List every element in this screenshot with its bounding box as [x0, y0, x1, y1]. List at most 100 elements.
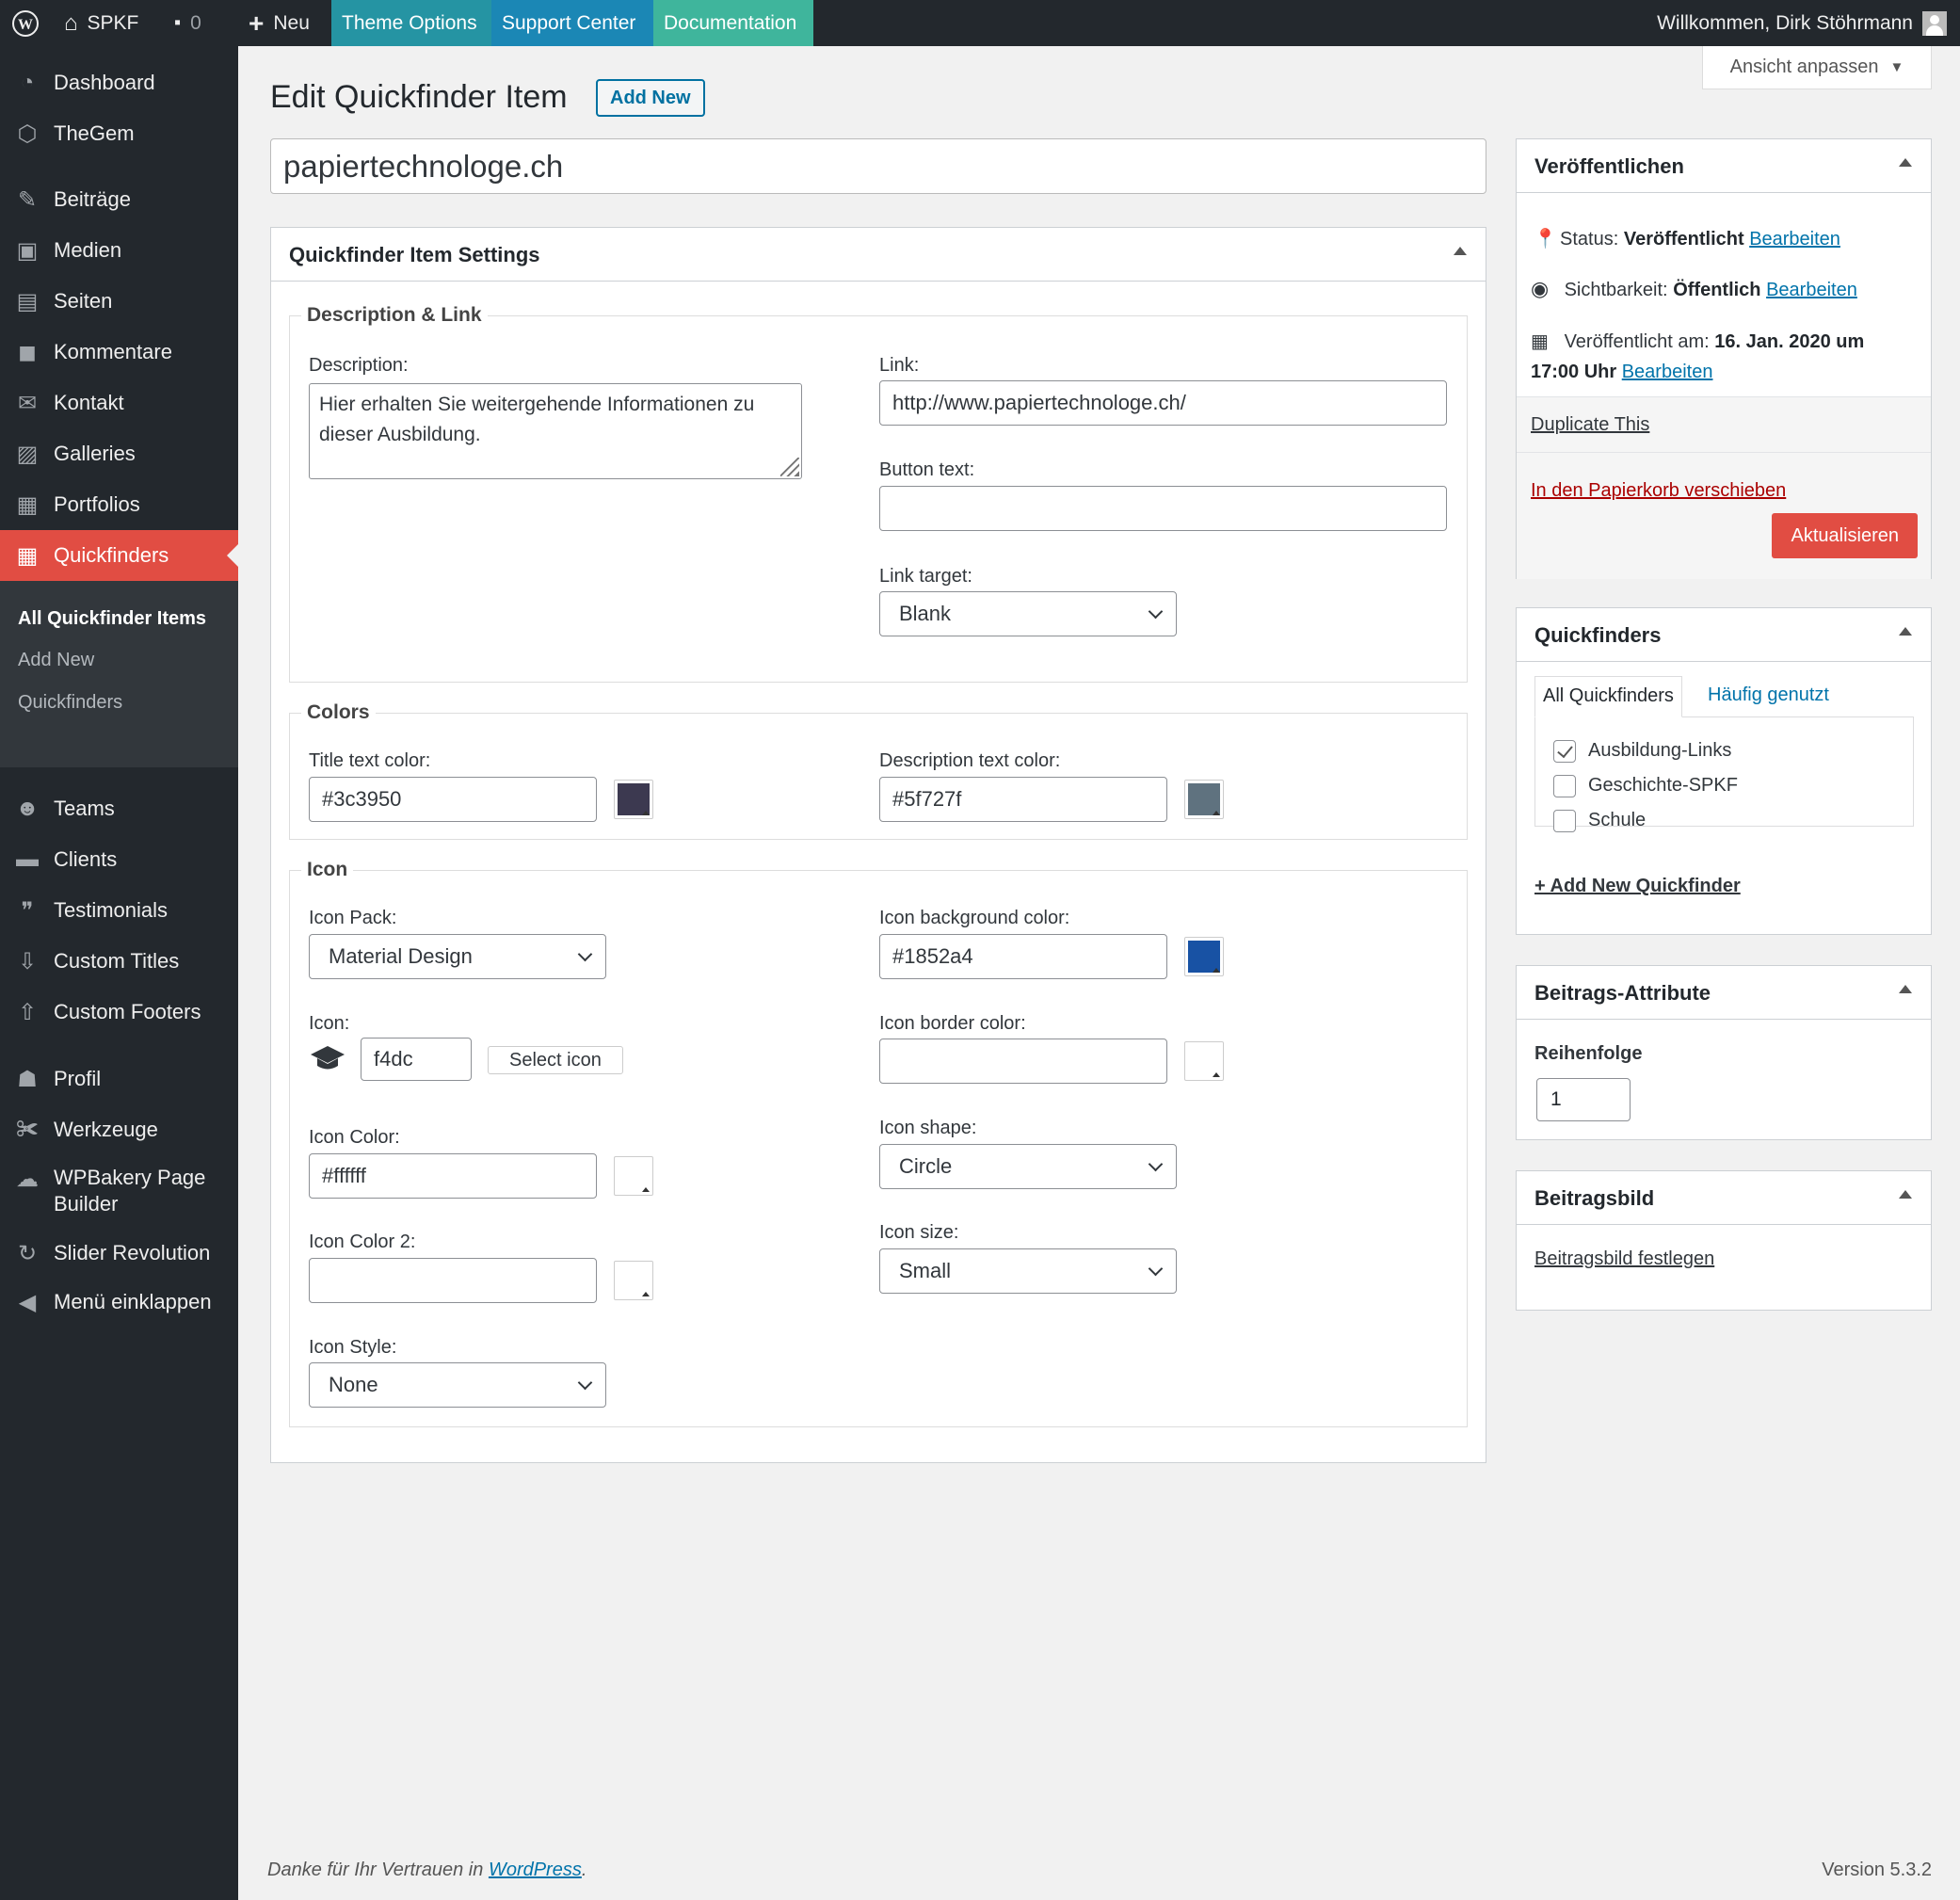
icon-bg-color-input[interactable]: #1852a4	[879, 934, 1167, 979]
avatar	[1922, 10, 1947, 36]
icon-bg-color-swatch[interactable]	[1184, 937, 1224, 976]
post-title-input[interactable]: papiertechnologe.ch	[270, 138, 1486, 194]
edit-visibility-link[interactable]: Bearbeiten	[1766, 280, 1857, 300]
sidebar-item-kontakt[interactable]: ✉ Kontakt	[0, 378, 238, 428]
select-icon-button[interactable]: Select icon	[488, 1046, 623, 1074]
submenu-all-quickfinder-items[interactable]: All Quickfinder Items	[18, 608, 206, 630]
icon-bg-color-label: Icon background color:	[879, 908, 1070, 928]
title-color-swatch[interactable]	[614, 780, 653, 819]
sidebar-item-slider-revolution[interactable]: ↻ Slider Revolution	[0, 1228, 238, 1279]
theme-options-link[interactable]: Theme Options	[331, 0, 491, 46]
icon-color-label: Icon Color:	[309, 1127, 400, 1148]
postbox-header[interactable]: Beitrags-Attribute	[1517, 966, 1931, 1020]
sidebar-item-custom-footers[interactable]: ⇧ Custom Footers	[0, 987, 238, 1038]
button-text-input[interactable]	[879, 486, 1447, 531]
wordpress-link[interactable]: WordPress	[489, 1860, 582, 1880]
quickfinder-settings-box: Quickfinder Item Settings Description & …	[270, 227, 1486, 1463]
description-color-label: Description text color:	[879, 750, 1061, 771]
sidebar-item-seiten[interactable]: ▤ Seiten	[0, 276, 238, 327]
sidebar-item-teams[interactable]: ☻ Teams	[0, 783, 238, 834]
icon-border-color-input[interactable]	[879, 1039, 1167, 1084]
title-color-input[interactable]: #3c3950	[309, 777, 597, 822]
submenu-quickfinders[interactable]: Quickfinders	[18, 692, 122, 714]
icon-border-color-swatch[interactable]	[1184, 1041, 1224, 1081]
resize-handle-icon[interactable]	[780, 458, 799, 476]
sidebar-item-medien[interactable]: ▣ Medien	[0, 225, 238, 276]
sidebar-item-dashboard[interactable]: ◔ Dashboard	[0, 57, 238, 108]
sidebar-item-thegem[interactable]: ⬡ TheGem	[0, 108, 238, 159]
checkbox-geschichte-spkf[interactable]	[1553, 775, 1576, 797]
tab-most-used[interactable]: Häufig genutzt	[1708, 676, 1829, 714]
toggle-arrow-icon[interactable]	[1899, 158, 1912, 167]
toggle-arrow-icon[interactable]	[1899, 1190, 1912, 1199]
comments-link[interactable]: ▪ 0	[174, 0, 201, 46]
account-menu[interactable]: Willkommen, Dirk Stöhrmann	[1657, 0, 1947, 46]
publish-box: Veröffentlichen 📍 Status: Veröffentlicht …	[1516, 138, 1932, 579]
checkbox-schule[interactable]	[1553, 810, 1576, 832]
sidebar-item-kommentare[interactable]: ◼ Kommentare	[0, 327, 238, 378]
icon-code-input[interactable]: f4dc	[361, 1038, 472, 1081]
support-center-link[interactable]: Support Center	[491, 0, 653, 46]
link-input[interactable]: http://www.papiertechnologe.ch/	[879, 380, 1447, 426]
icon-pack-select[interactable]: Material Design	[309, 934, 606, 979]
sidebar-item-profil[interactable]: ☗ Profil	[0, 1054, 238, 1104]
set-featured-image-link[interactable]: Beitragsbild festlegen	[1534, 1248, 1714, 1270]
toggle-arrow-icon[interactable]	[1454, 247, 1467, 255]
sidebar-item-werkzeuge[interactable]: ✀ Werkzeuge	[0, 1104, 238, 1155]
icon-color-input[interactable]: #ffffff	[309, 1153, 597, 1199]
checkbox-label: Ausbildung-Links	[1588, 740, 1732, 761]
download-icon: ⇩	[17, 948, 38, 974]
link-target-select[interactable]: Blank	[879, 591, 1177, 636]
footer-version: Version 5.3.2	[1822, 1860, 1932, 1880]
grid-icon: ▦	[16, 542, 39, 569]
new-content-link[interactable]: + Neu	[249, 0, 310, 46]
edit-status-link[interactable]: Bearbeiten	[1749, 229, 1840, 250]
icon-size-select[interactable]: Small	[879, 1248, 1177, 1294]
duplicate-link[interactable]: Duplicate This	[1531, 414, 1649, 436]
sidebar-item-wpbakery[interactable]: ☁ WPBakery Page Builder	[0, 1155, 238, 1219]
sidebar-item-galleries[interactable]: ▨ Galleries	[0, 428, 238, 479]
postbox-header[interactable]: Beitragsbild	[1517, 1171, 1931, 1225]
description-color-swatch[interactable]	[1184, 780, 1224, 819]
icon-color2-input[interactable]	[309, 1258, 597, 1303]
add-new-button[interactable]: Add New	[596, 79, 705, 117]
checkbox-ausbildung-links[interactable]	[1553, 740, 1576, 763]
icon-style-label: Icon Style:	[309, 1337, 397, 1358]
documentation-link[interactable]: Documentation	[653, 0, 813, 46]
icon-color2-swatch[interactable]	[614, 1261, 653, 1300]
sidebar-item-beitraege[interactable]: ✎ Beiträge	[0, 174, 238, 225]
edit-date-link[interactable]: Bearbeiten	[1622, 362, 1713, 382]
postbox-header[interactable]: Quickfinder Item Settings	[271, 228, 1486, 282]
postbox-header[interactable]: Quickfinders	[1517, 608, 1931, 662]
submenu-add-new[interactable]: Add New	[18, 650, 94, 671]
sidebar-item-portfolios[interactable]: ▦ Portfolios	[0, 479, 238, 530]
chevron-down-icon	[1148, 1261, 1164, 1277]
toggle-arrow-icon[interactable]	[1899, 627, 1912, 636]
link-target-label: Link target:	[879, 566, 972, 587]
icon-style-select[interactable]: None	[309, 1362, 606, 1408]
icon-color-swatch[interactable]	[614, 1156, 653, 1196]
icon-color2-label: Icon Color 2:	[309, 1232, 416, 1252]
wordpress-logo-icon[interactable]: W	[11, 0, 40, 46]
quickfinders-submenu: All Quickfinder Items Add New Quickfinde…	[0, 581, 238, 767]
toggle-arrow-icon[interactable]	[1899, 985, 1912, 993]
tab-all-quickfinders[interactable]: All Quickfinders	[1534, 676, 1682, 717]
sidebar-item-testimonials[interactable]: ❞ Testimonials	[0, 885, 238, 936]
move-to-trash-link[interactable]: In den Papierkorb verschieben	[1531, 480, 1786, 502]
add-new-quickfinder-link[interactable]: + Add New Quickfinder	[1534, 876, 1741, 897]
sidebar-item-quickfinders[interactable]: ▦ Quickfinders	[0, 530, 238, 581]
update-button[interactable]: Aktualisieren	[1772, 513, 1918, 558]
icon-shape-select[interactable]: Circle	[879, 1144, 1177, 1189]
order-input[interactable]: 1	[1536, 1078, 1631, 1121]
collapse-menu-button[interactable]: ◀ Menü einklappen	[0, 1277, 238, 1328]
fieldset-legend: Colors	[301, 701, 376, 724]
description-color-input[interactable]: #5f727f	[879, 777, 1167, 822]
published-date-row: ▦ Veröffentlicht am: 16. Jan. 2020 um 17…	[1531, 327, 1864, 387]
postbox-title: Veröffentlichen	[1534, 154, 1684, 178]
screen-options-button[interactable]: Ansicht anpassen ▼	[1702, 46, 1932, 89]
postbox-header[interactable]: Veröffentlichen	[1517, 139, 1931, 193]
sidebar-item-custom-titles[interactable]: ⇩ Custom Titles	[0, 936, 238, 987]
description-textarea[interactable]: Hier erhalten Sie weitergehende Informat…	[309, 383, 802, 479]
site-name-link[interactable]: ⌂ SPKF	[64, 0, 138, 46]
sidebar-item-clients[interactable]: ▬ Clients	[0, 834, 238, 885]
